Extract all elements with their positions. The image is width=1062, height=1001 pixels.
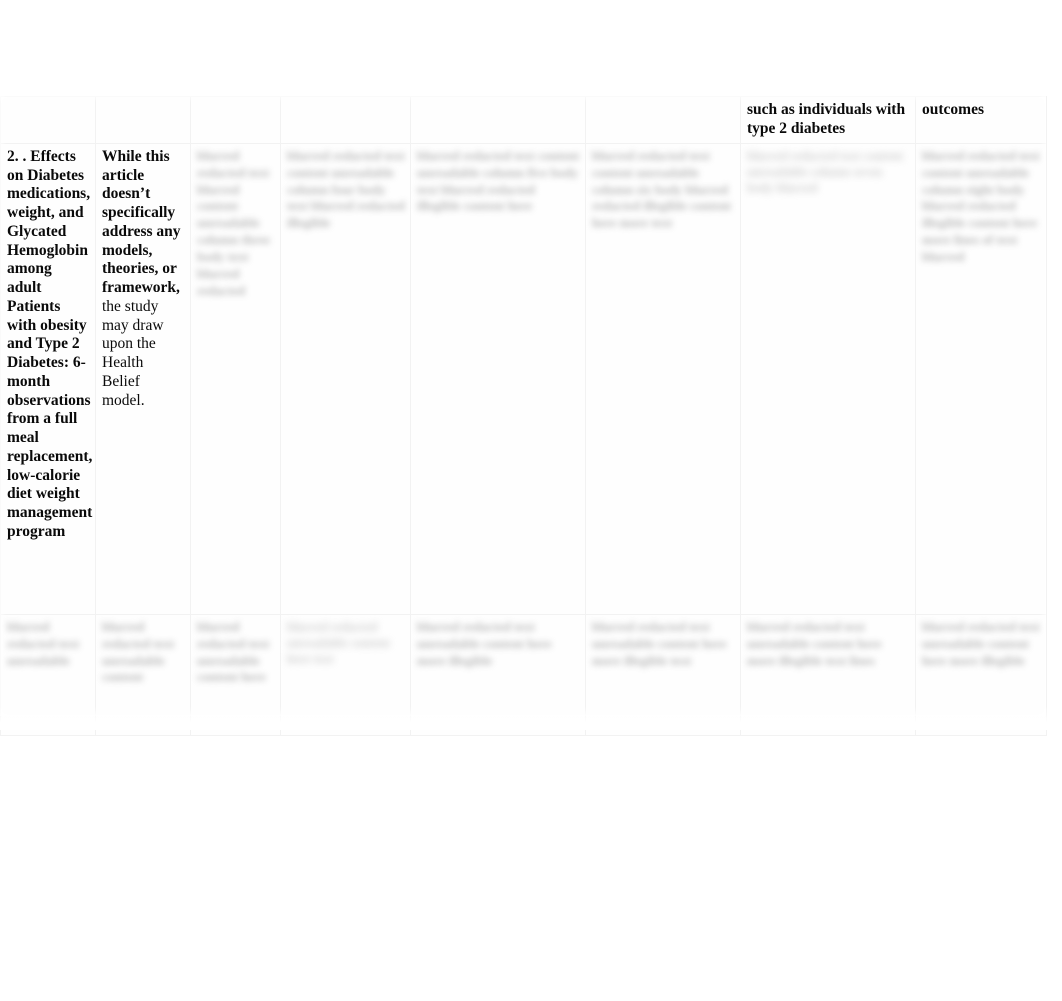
row2-cell-3-text: blurred redacted text unreadable content… — [197, 618, 270, 685]
row2-cell-8: blurred redacted text unreadable content… — [915, 613, 1047, 736]
row1-cell-7: blurred redacted text content unreadable… — [740, 142, 916, 615]
row2-cell-5: blurred redacted text unreadable content… — [410, 613, 586, 736]
row2-cell-4: blurred redacted unreadable content here… — [280, 613, 411, 736]
header-cell-4 — [280, 96, 411, 144]
header-cell-5 — [410, 96, 586, 144]
article-title-text: 2. . Effects on Diabetes medications, we… — [7, 147, 93, 540]
row2-cell-5-text: blurred redacted text unreadable content… — [417, 618, 552, 668]
header-cell-1 — [0, 96, 96, 144]
row2-cell-8-text: blurred redacted text unreadable content… — [922, 618, 1040, 668]
literature-matrix-table: such as individuals with type 2 diabetes… — [0, 96, 1047, 736]
row2-cell-6-text: blurred redacted text unreadable content… — [592, 618, 727, 668]
row1-cell-6: blurred redacted text content unreadable… — [585, 142, 741, 615]
header-cell-7: such as individuals with type 2 diabetes — [740, 96, 916, 144]
theory-framework-text: While this article doesn’t specifically … — [102, 148, 185, 411]
row1-cell-8: blurred redacted text content unreadable… — [915, 142, 1047, 615]
row1-cell-6-text: blurred redacted text content unreadable… — [592, 147, 732, 231]
row1-cell-article-title: 2. . Effects on Diabetes medications, we… — [0, 142, 96, 615]
document-page: such as individuals with type 2 diabetes… — [0, 0, 1062, 1001]
row1-cell-4: blurred redacted text content unreadable… — [280, 142, 411, 615]
row1-cell-8-text: blurred redacted text content unreadable… — [922, 147, 1040, 265]
row2-cell-1-text: blurred redacted text unreadable — [7, 618, 80, 668]
table-row: blurred redacted text unreadable blurred… — [0, 613, 1047, 736]
row1-cell-theory-framework: While this article doesn’t specifically … — [95, 142, 191, 615]
header-cell-7-text: such as individuals with type 2 diabetes — [747, 101, 906, 137]
row1-cell-5: blurred redacted text content unreadable… — [410, 142, 586, 615]
row1-cell-3-text: blurred redacted text blurred content un… — [197, 147, 271, 298]
row1-cell-4-text: blurred redacted text content unreadable… — [287, 147, 405, 231]
row2-cell-6: blurred redacted text unreadable content… — [585, 613, 741, 736]
header-cell-8: outcomes — [915, 96, 1047, 144]
header-cell-6 — [585, 96, 741, 144]
theory-framework-bold: While this article doesn’t specifically … — [102, 147, 181, 297]
table-header-row: such as individuals with type 2 diabetes… — [0, 96, 1047, 144]
row2-cell-3: blurred redacted text unreadable content… — [190, 613, 281, 736]
row2-cell-7-text: blurred redacted text unreadable content… — [747, 618, 882, 668]
row1-cell-5-text: blurred redacted text content unreadable… — [417, 147, 580, 214]
header-cell-2 — [95, 96, 191, 144]
table-row: 2. . Effects on Diabetes medications, we… — [0, 142, 1047, 615]
row2-cell-7: blurred redacted text unreadable content… — [740, 613, 916, 736]
theory-framework-regular: the study may draw upon the Health Belie… — [102, 297, 164, 409]
row2-cell-4-text: blurred redacted unreadable content here… — [287, 619, 390, 667]
row1-cell-3: blurred redacted text blurred content un… — [190, 142, 281, 615]
header-cell-8-text: outcomes — [922, 101, 984, 118]
header-cell-3 — [190, 96, 281, 144]
row2-cell-1: blurred redacted text unreadable — [0, 613, 96, 736]
row1-cell-7-text: blurred redacted text content unreadable… — [747, 148, 904, 196]
row2-cell-2-text: blurred redacted text unreadable content — [102, 618, 175, 685]
row2-cell-2: blurred redacted text unreadable content — [95, 613, 191, 736]
